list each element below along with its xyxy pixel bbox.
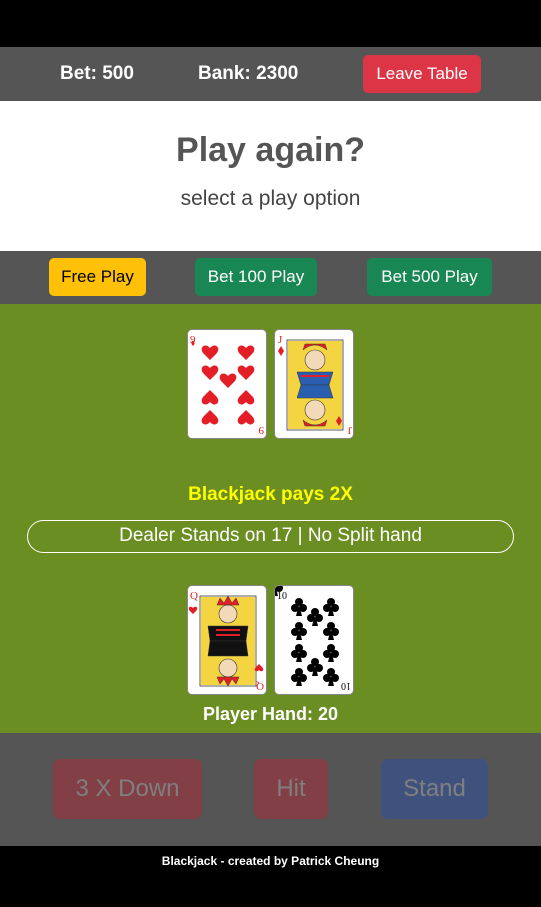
page-title: Play again? (176, 131, 365, 169)
player-card-1-rank-bottom: Q (256, 680, 264, 692)
dealer-card-2-rank-bottom: J (347, 424, 352, 436)
table-rules: Dealer Stands on 17 | No Split hand (27, 520, 514, 553)
dealer-card-2-rank: J (278, 334, 283, 346)
player-hand-total: Player Hand: 20 (202, 704, 339, 724)
player-card-2: 10 10 (274, 585, 354, 695)
player-card-1-rank: Q (190, 590, 198, 602)
leave-table-button[interactable]: Leave Table (363, 55, 481, 93)
player-card-2-rank-bottom: 10 (341, 680, 351, 691)
action-bar: 3 X Down Hit Stand (0, 733, 541, 846)
dealer-card-1: 9 9 (187, 329, 267, 439)
player-card-1: Q Q (187, 585, 267, 695)
queen-of-hearts-icon: Q Q (188, 590, 264, 692)
bet-500-play-button[interactable]: Bet 500 Play (367, 258, 492, 296)
nine-of-hearts-icon: 9 9 (190, 334, 264, 436)
player-card-2-rank: 10 (277, 591, 287, 602)
bet-amount: Bet: 500 (60, 63, 134, 84)
game-table: 9 9 J J Blackjack pays 2X Dealer Stands … (0, 304, 541, 733)
double-down-button[interactable]: 3 X Down (53, 759, 202, 819)
play-again-panel: Play again? select a play option (0, 101, 541, 251)
page-subtitle: select a play option (180, 187, 361, 210)
top-bar (0, 0, 541, 47)
bet-100-play-button[interactable]: Bet 100 Play (195, 258, 317, 296)
dealer-card-2: J J (274, 329, 354, 439)
free-play-button[interactable]: Free Play (49, 258, 146, 296)
jack-of-diamonds-icon: J J (278, 334, 352, 436)
ten-of-clubs-icon: 10 10 (275, 586, 351, 691)
stand-button[interactable]: Stand (381, 759, 488, 819)
hit-button[interactable]: Hit (254, 759, 328, 819)
play-options-bar: Free Play Bet 100 Play Bet 500 Play (0, 251, 541, 304)
dealer-card-1-rank-bottom: 9 (258, 424, 264, 436)
blackjack-payout: Blackjack pays 2X (188, 484, 353, 505)
bank-amount: Bank: 2300 (198, 63, 299, 84)
footer-credit: Blackjack - created by Patrick Cheung (0, 846, 541, 907)
